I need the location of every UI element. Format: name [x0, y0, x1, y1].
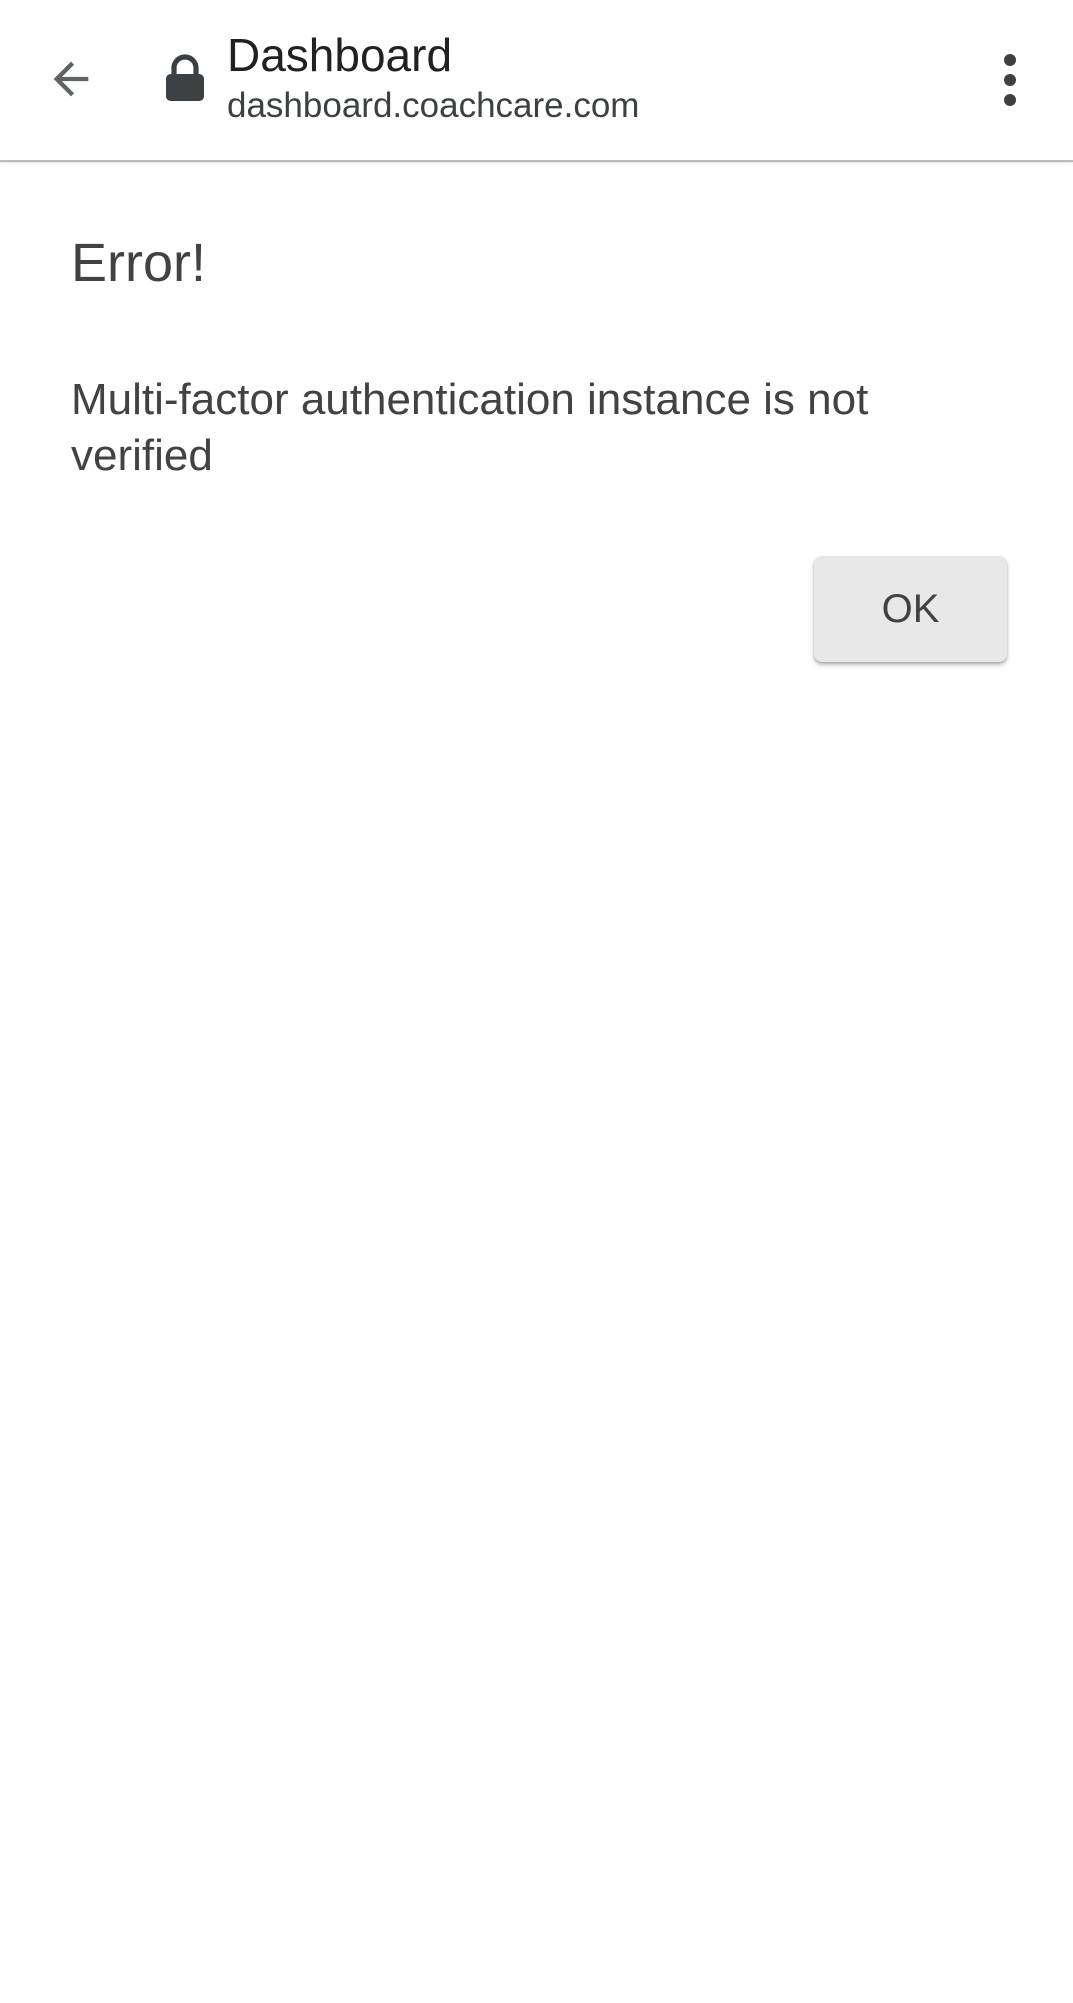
error-message: Multi-factor authentication instance is …: [71, 375, 869, 480]
page-title: Dashboard: [227, 29, 453, 81]
more-options-button[interactable]: [978, 44, 1042, 116]
address-info[interactable]: Dashboard dashboard.coachcare.com: [227, 26, 947, 128]
browser-toolbar: Dashboard dashboard.coachcare.com: [0, 0, 1073, 162]
more-vertical-icon: [1004, 54, 1016, 106]
page-url: dashboard.coachcare.com: [227, 86, 640, 125]
lock-icon: [166, 54, 204, 101]
ok-button[interactable]: OK: [814, 556, 1007, 662]
error-title: Error!: [71, 233, 206, 293]
arrow-back-icon: [53, 61, 89, 97]
back-button[interactable]: [30, 42, 112, 116]
page-content: Error! Multi-factor authentication insta…: [0, 164, 1073, 2003]
